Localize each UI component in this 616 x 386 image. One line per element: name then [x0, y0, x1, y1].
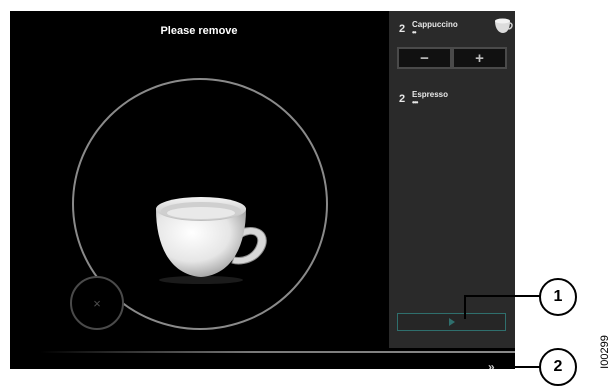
strength-indicator: •••: [412, 98, 418, 107]
cancel-button[interactable]: ×: [70, 276, 124, 330]
callout-leader-1: [464, 295, 540, 297]
callout-leader-1-drop: [464, 295, 466, 319]
close-icon: ×: [93, 295, 101, 311]
status-title: Please remove: [160, 25, 238, 37]
order-quantity: 2: [399, 93, 406, 105]
cup-illustration: [156, 197, 267, 284]
play-icon: [448, 318, 455, 326]
callout-leader-2: [500, 366, 540, 368]
callout-2: 2: [539, 348, 577, 386]
start-button[interactable]: [397, 313, 506, 331]
next-button[interactable]: »: [488, 361, 495, 369]
decrease-button[interactable]: −: [399, 49, 450, 67]
quantity-stepper: − +: [397, 47, 507, 69]
order-name: Cappuccino: [412, 20, 458, 29]
callout-1: 1: [539, 278, 577, 316]
increase-button[interactable]: +: [454, 49, 505, 67]
divider-line: [40, 351, 515, 353]
figure-id: I00299: [599, 335, 611, 369]
cup-icon: [495, 18, 513, 33]
order-quantity: 2: [399, 23, 406, 35]
strength-indicator: ••: [412, 28, 417, 37]
machine-display: Please remove × 2 Cappuccino •• − + 2 Es…: [10, 11, 515, 369]
order-panel: 2 Cappuccino •• − + 2 Espresso •••: [389, 11, 515, 348]
